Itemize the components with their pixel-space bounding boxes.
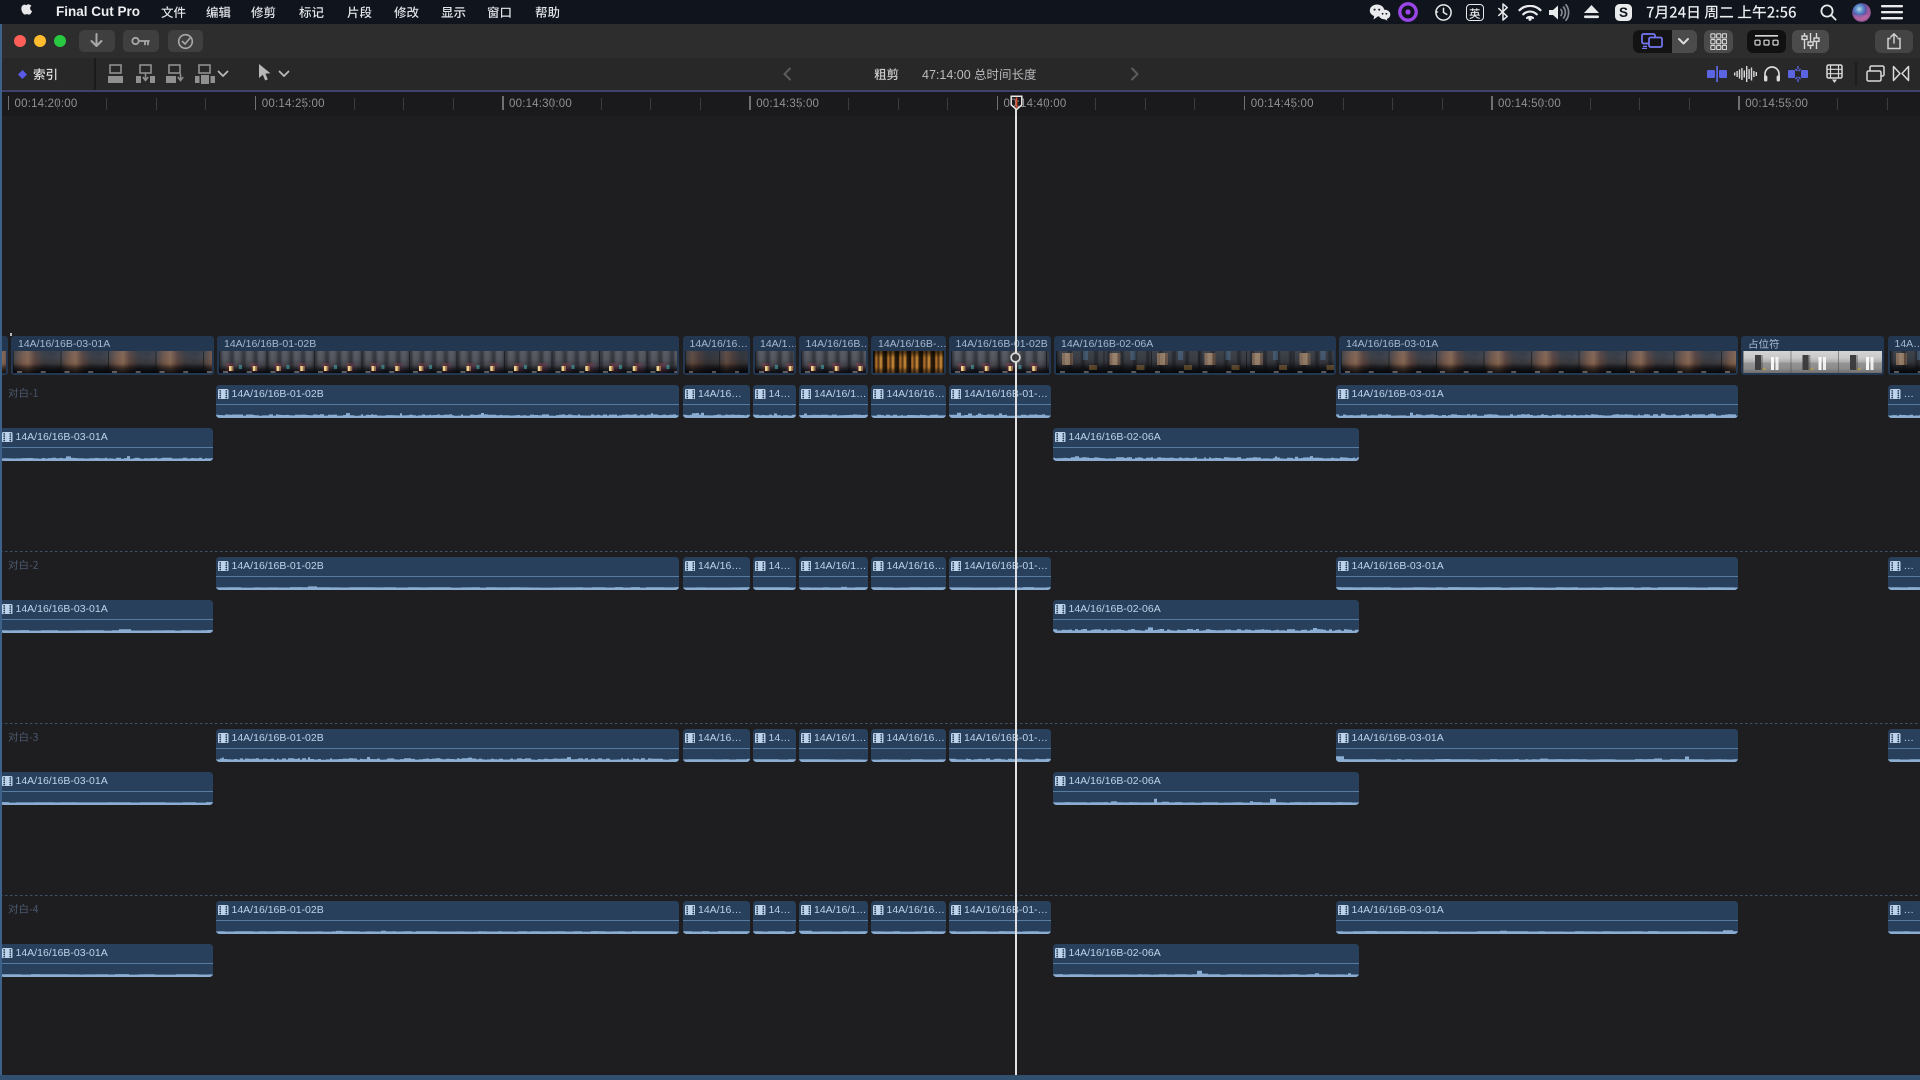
svg-text:S: S — [1619, 5, 1628, 20]
